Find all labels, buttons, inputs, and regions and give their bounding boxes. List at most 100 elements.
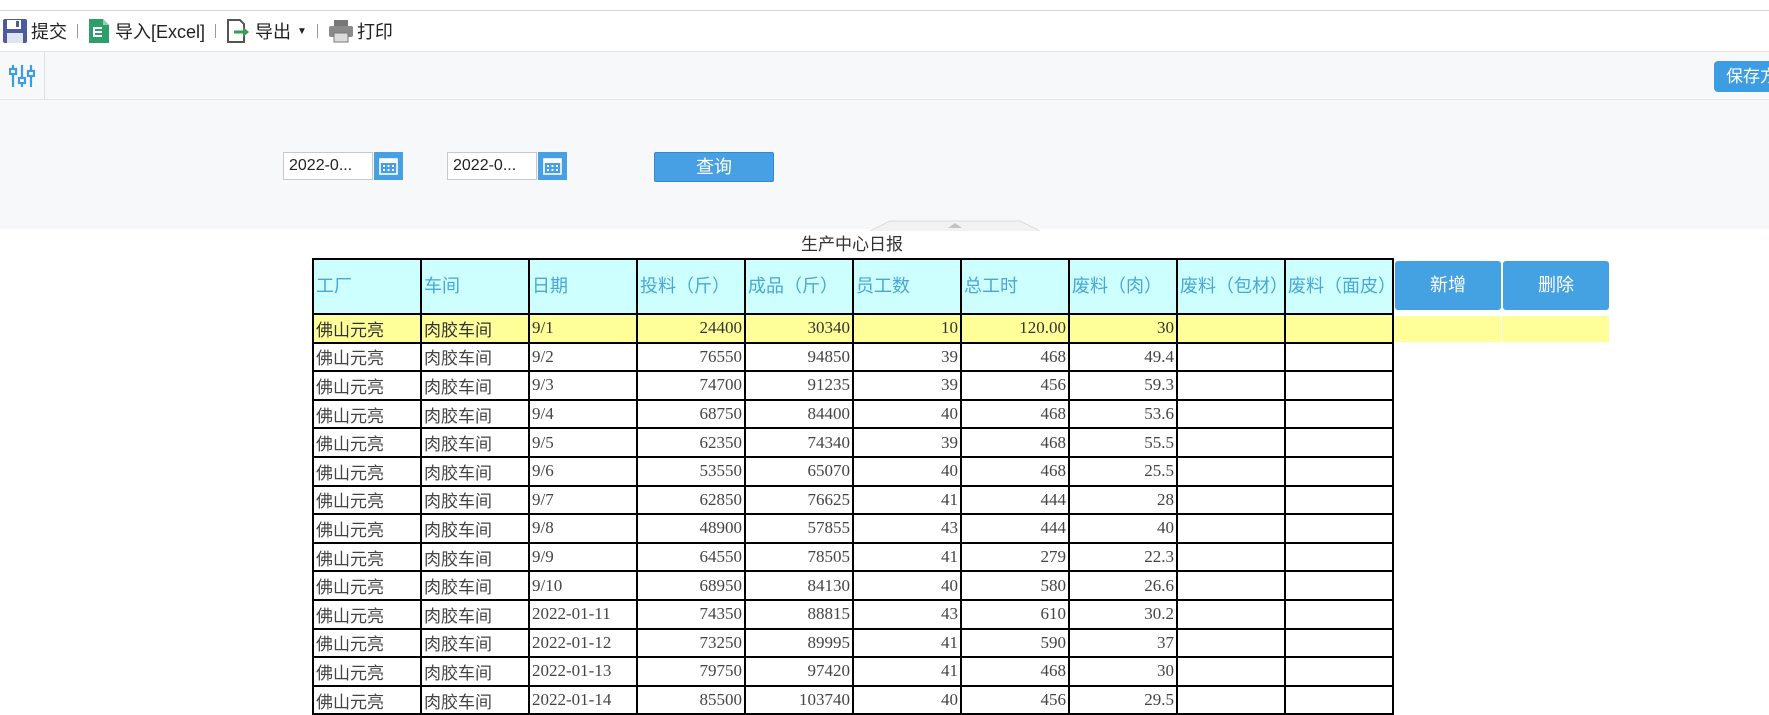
table-cell[interactable]: 佛山元亮: [312, 427, 422, 458]
table-cell[interactable]: 53550: [636, 455, 746, 487]
table-cell[interactable]: 佛山元亮: [312, 656, 422, 687]
table-cell[interactable]: [1176, 570, 1286, 601]
table-cell[interactable]: 肉胶车间: [420, 427, 530, 458]
table-cell[interactable]: 43: [852, 598, 962, 630]
table-cell[interactable]: [1176, 455, 1286, 487]
table-cell[interactable]: [1176, 313, 1286, 344]
column-header[interactable]: 废料（肉）: [1068, 258, 1178, 315]
table-cell[interactable]: 41: [852, 656, 962, 687]
table-cell[interactable]: 肉胶车间: [420, 598, 530, 630]
table-cell[interactable]: 49.4: [1068, 341, 1178, 373]
table-cell[interactable]: 74340: [744, 427, 854, 458]
table-row[interactable]: 佛山元亮 肉胶车间 2022-01-13 79750 97420 41 468 30: [312, 656, 1394, 687]
table-cell[interactable]: 佛山元亮: [312, 370, 422, 401]
table-cell[interactable]: 佛山元亮: [312, 570, 422, 601]
table-row[interactable]: 佛山元亮 肉胶车间 9/10 68950 84130 40 580 26.6: [312, 570, 1394, 601]
table-cell[interactable]: [1284, 570, 1394, 601]
table-cell[interactable]: 74700: [636, 370, 746, 401]
table-row[interactable]: 佛山元亮 肉胶车间 2022-01-11 74350 88815 43 610 30.2: [312, 598, 1394, 630]
table-cell[interactable]: [1284, 313, 1394, 344]
table-cell[interactable]: [1284, 684, 1394, 715]
table-cell[interactable]: 22.3: [1068, 541, 1178, 573]
table-cell[interactable]: 468: [960, 398, 1070, 430]
table-cell[interactable]: 468: [960, 656, 1070, 687]
table-cell[interactable]: [1176, 341, 1286, 373]
table-row[interactable]: 佛山元亮 肉胶车间 9/6 53550 65070 40 468 25.5: [312, 455, 1394, 487]
table-row[interactable]: 佛山元亮 肉胶车间 2022-01-12 73250 89995 41 590 37: [312, 627, 1394, 659]
delete-button[interactable]: 删除: [1503, 261, 1609, 310]
table-cell[interactable]: [1284, 398, 1394, 430]
table-cell[interactable]: 10: [852, 313, 962, 344]
table-cell[interactable]: 肉胶车间: [420, 484, 530, 516]
table-row[interactable]: 佛山元亮 肉胶车间 2022-01-14 85500 103740 40 456 29.5: [312, 684, 1394, 715]
table-cell[interactable]: [1176, 598, 1286, 630]
table-cell[interactable]: 佛山元亮: [312, 484, 422, 516]
table-cell[interactable]: [1284, 656, 1394, 687]
table-row[interactable]: 佛山元亮 肉胶车间 9/5 62350 74340 39 468 55.5: [312, 427, 1394, 458]
table-cell[interactable]: 103740: [744, 684, 854, 715]
save-scheme-button[interactable]: 保存方: [1714, 61, 1769, 92]
column-header[interactable]: 日期: [528, 258, 638, 315]
table-cell[interactable]: 佛山元亮: [312, 627, 422, 659]
table-cell[interactable]: 84400: [744, 398, 854, 430]
table-cell[interactable]: 9/2: [528, 341, 638, 373]
table-cell[interactable]: 76625: [744, 484, 854, 516]
table-cell[interactable]: 94850: [744, 341, 854, 373]
table-cell[interactable]: 88815: [744, 598, 854, 630]
column-header[interactable]: 员工数: [852, 258, 962, 315]
end-date-input[interactable]: [447, 152, 537, 180]
column-header[interactable]: 总工时: [960, 258, 1070, 315]
table-cell[interactable]: 9/3: [528, 370, 638, 401]
query-button[interactable]: 查询: [654, 152, 774, 182]
table-cell[interactable]: 肉胶车间: [420, 513, 530, 544]
table-cell[interactable]: 62350: [636, 427, 746, 458]
table-cell[interactable]: 肉胶车间: [420, 684, 530, 715]
table-cell[interactable]: 26.6: [1068, 570, 1178, 601]
column-header[interactable]: 废料（包材）: [1176, 258, 1286, 315]
table-cell[interactable]: 佛山元亮: [312, 398, 422, 430]
table-cell[interactable]: 468: [960, 341, 1070, 373]
end-date-calendar-button[interactable]: [538, 152, 567, 180]
table-cell[interactable]: 468: [960, 455, 1070, 487]
table-cell[interactable]: 25.5: [1068, 455, 1178, 487]
table-row[interactable]: 佛山元亮 肉胶车间 9/2 76550 94850 39 468 49.4: [312, 341, 1394, 373]
table-cell[interactable]: 29.5: [1068, 684, 1178, 715]
table-cell[interactable]: 84130: [744, 570, 854, 601]
column-header[interactable]: 成品（斤）: [744, 258, 854, 315]
table-row[interactable]: 佛山元亮 肉胶车间 9/8 48900 57855 43 444 40: [312, 513, 1394, 544]
table-cell[interactable]: 41: [852, 627, 962, 659]
table-cell[interactable]: [1284, 513, 1394, 544]
column-header[interactable]: 工厂: [312, 258, 422, 315]
table-cell[interactable]: 24400: [636, 313, 746, 344]
import-excel-button[interactable]: 导入[Excel]: [88, 18, 205, 44]
table-cell[interactable]: 9/5: [528, 427, 638, 458]
table-cell[interactable]: [1284, 370, 1394, 401]
table-cell[interactable]: [1176, 370, 1286, 401]
add-button[interactable]: 新增: [1395, 261, 1501, 310]
table-cell[interactable]: 40: [1068, 513, 1178, 544]
table-cell[interactable]: 59.3: [1068, 370, 1178, 401]
table-cell[interactable]: 30: [1068, 313, 1178, 344]
table-cell[interactable]: 53.6: [1068, 398, 1178, 430]
table-cell[interactable]: 456: [960, 684, 1070, 715]
table-cell[interactable]: 9/10: [528, 570, 638, 601]
table-cell[interactable]: 40: [852, 398, 962, 430]
settings-button[interactable]: [0, 52, 45, 99]
table-cell[interactable]: 39: [852, 341, 962, 373]
table-cell[interactable]: 590: [960, 627, 1070, 659]
table-cell[interactable]: 97420: [744, 656, 854, 687]
table-cell[interactable]: 580: [960, 570, 1070, 601]
table-cell[interactable]: 肉胶车间: [420, 398, 530, 430]
start-date-calendar-button[interactable]: [374, 152, 403, 180]
submit-button[interactable]: 提交: [2, 18, 67, 44]
table-cell[interactable]: 68950: [636, 570, 746, 601]
table-cell[interactable]: 610: [960, 598, 1070, 630]
table-cell[interactable]: 444: [960, 484, 1070, 516]
table-cell[interactable]: 444: [960, 513, 1070, 544]
table-cell[interactable]: 肉胶车间: [420, 656, 530, 687]
table-cell[interactable]: 40: [852, 570, 962, 601]
table-cell[interactable]: 120.00: [960, 313, 1070, 344]
table-row[interactable]: 佛山元亮 肉胶车间 9/3 74700 91235 39 456 59.3: [312, 370, 1394, 401]
table-cell[interactable]: 68750: [636, 398, 746, 430]
table-cell[interactable]: 62850: [636, 484, 746, 516]
